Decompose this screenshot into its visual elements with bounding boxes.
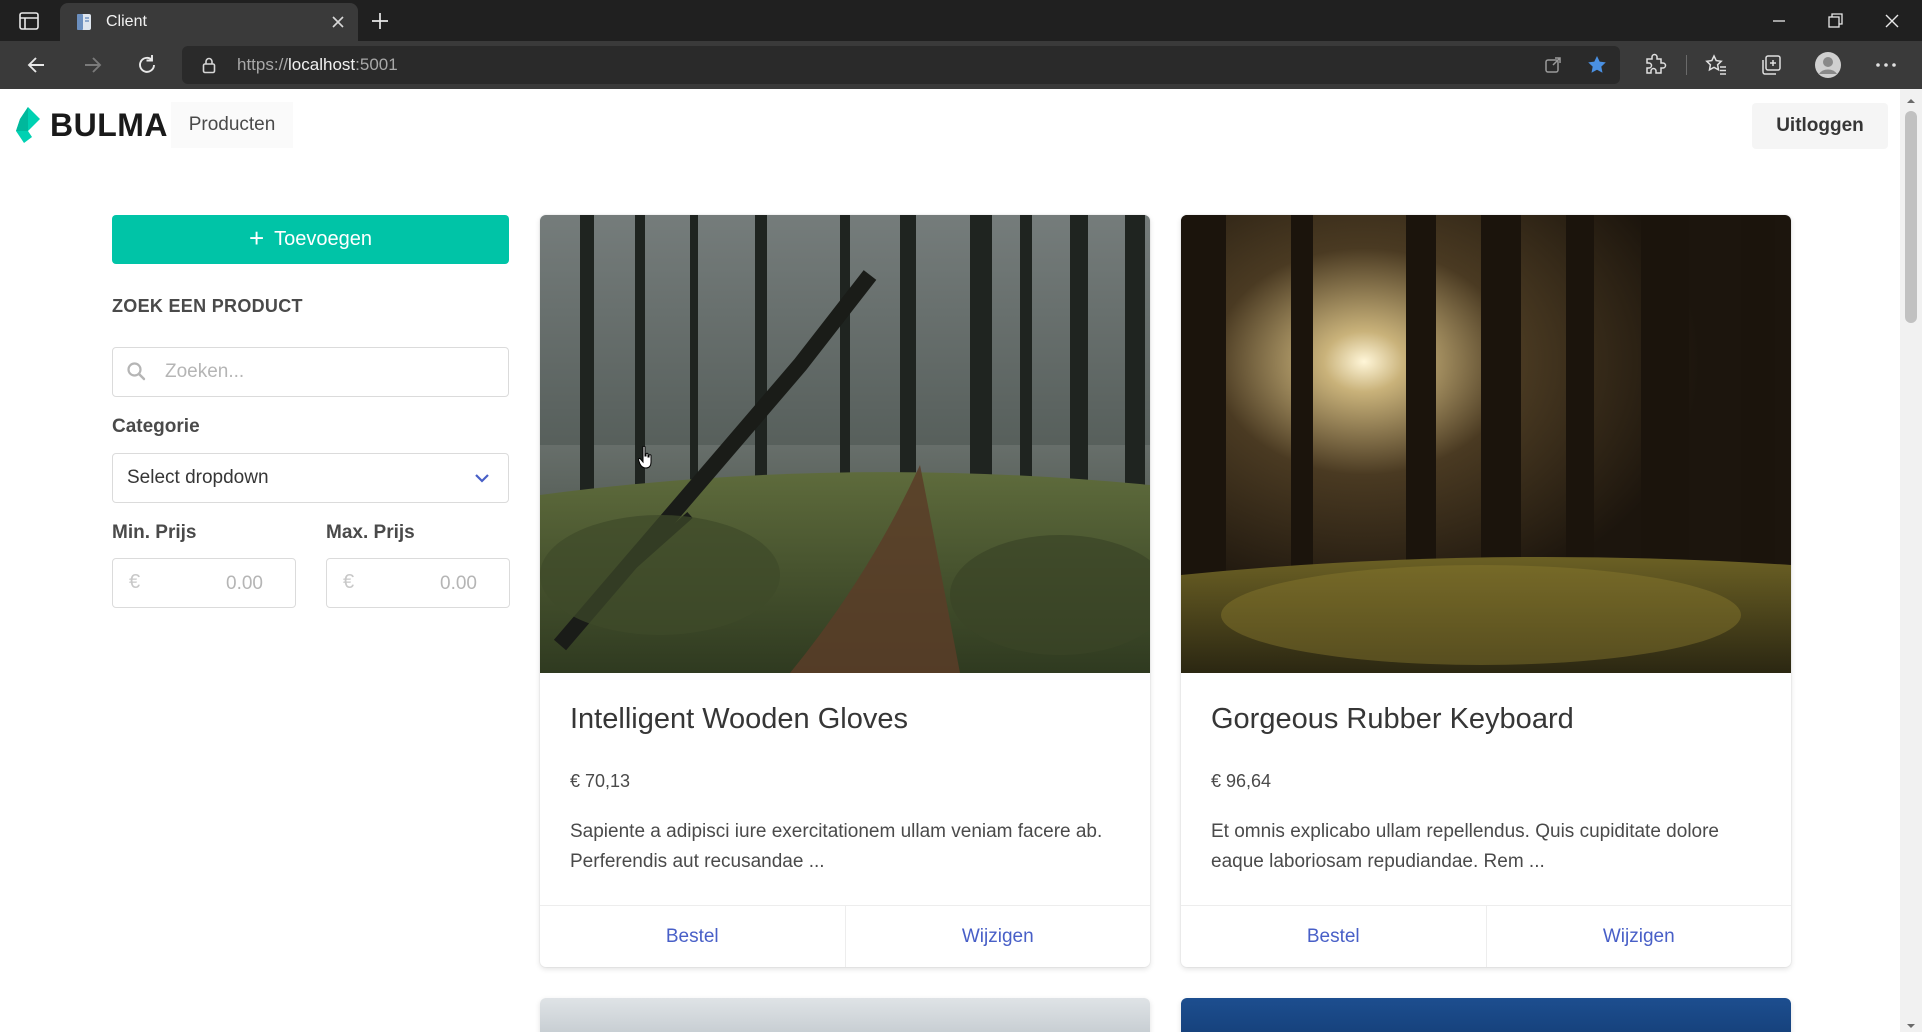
search-input[interactable] bbox=[163, 360, 497, 384]
product-description: Et omnis explicabo ullam repellendus. Qu… bbox=[1211, 821, 1719, 872]
forest-path-photo bbox=[540, 215, 1150, 673]
extensions-icon[interactable] bbox=[1641, 51, 1669, 79]
search-section-title: ZOEK EEN PRODUCT bbox=[112, 296, 303, 316]
search-icon bbox=[126, 361, 146, 381]
more-menu-icon[interactable] bbox=[1872, 51, 1900, 79]
card-footer: Bestel Wijzigen bbox=[1181, 905, 1791, 967]
plus-icon: + bbox=[248, 223, 265, 253]
product-card: Intelligent Wooden Gloves € 70,13 Sapien… bbox=[540, 215, 1150, 967]
url-scheme: https:// bbox=[237, 55, 289, 74]
product-title: Gorgeous Rubber Keyboard bbox=[1211, 703, 1574, 735]
profile-avatar-icon[interactable] bbox=[1814, 51, 1842, 79]
browser-toolbar: https://localhost:5001 bbox=[0, 41, 1922, 89]
product-title: Intelligent Wooden Gloves bbox=[570, 703, 909, 735]
favorite-star-icon[interactable] bbox=[1586, 54, 1608, 76]
product-card: Gorgeous Rubber Keyboard € 96,64 Et omni… bbox=[1181, 215, 1791, 967]
add-product-button[interactable]: + Toevoegen bbox=[112, 215, 509, 264]
tab-title: Client bbox=[106, 13, 147, 30]
min-price-placeholder: 0.00 bbox=[226, 573, 263, 594]
max-price-label: Max. Prijs bbox=[326, 522, 415, 543]
toolbar-divider bbox=[1686, 55, 1687, 75]
euro-icon: € bbox=[343, 571, 355, 593]
page-scrollbar[interactable] bbox=[1900, 89, 1922, 1032]
chevron-down-icon bbox=[472, 468, 492, 488]
url-host: localhost bbox=[288, 55, 356, 74]
product-price: € 96,64 bbox=[1211, 771, 1272, 791]
edit-button[interactable]: Wijzigen bbox=[844, 906, 1151, 967]
order-button[interactable]: Bestel bbox=[540, 906, 845, 967]
url-port: :5001 bbox=[355, 55, 398, 74]
min-price-label: Min. Prijs bbox=[112, 522, 197, 543]
scrollbar-thumb[interactable] bbox=[1905, 111, 1917, 323]
page-favicon-icon bbox=[74, 12, 94, 32]
lock-icon[interactable] bbox=[200, 56, 218, 74]
logout-button[interactable]: Uitloggen bbox=[1752, 103, 1888, 149]
forward-arrow-icon[interactable] bbox=[79, 52, 105, 78]
minimize-icon[interactable] bbox=[1765, 8, 1793, 34]
max-price-placeholder: 0.00 bbox=[440, 573, 477, 594]
address-bar[interactable]: https://localhost:5001 bbox=[182, 46, 1620, 84]
card-footer: Bestel Wijzigen bbox=[540, 905, 1150, 967]
min-price-input[interactable]: € 0.00 bbox=[112, 558, 296, 608]
web-page: BULMA Producten Uitloggen + Toevoegen ZO… bbox=[0, 89, 1900, 1032]
sunlit-forest-photo bbox=[1181, 215, 1791, 673]
restore-icon[interactable] bbox=[1821, 8, 1849, 34]
scroll-up-arrow-icon[interactable] bbox=[1906, 93, 1916, 103]
order-button[interactable]: Bestel bbox=[1181, 906, 1486, 967]
add-product-label: Toevoegen bbox=[274, 228, 373, 250]
reload-icon[interactable] bbox=[134, 52, 160, 78]
close-window-icon[interactable] bbox=[1878, 8, 1906, 34]
category-label: Categorie bbox=[112, 416, 200, 437]
product-price: € 70,13 bbox=[570, 771, 631, 791]
brand-name: BULMA bbox=[50, 106, 169, 143]
product-card-peek bbox=[1181, 998, 1791, 1032]
back-arrow-icon[interactable] bbox=[24, 52, 50, 78]
mouse-cursor-icon bbox=[638, 446, 652, 469]
favorites-icon[interactable] bbox=[1702, 51, 1730, 79]
collections-icon[interactable] bbox=[1757, 51, 1785, 79]
category-select[interactable]: Select dropdown bbox=[112, 453, 509, 503]
product-card-peek bbox=[540, 998, 1150, 1032]
search-field[interactable] bbox=[112, 347, 509, 397]
euro-icon: € bbox=[129, 571, 141, 593]
scroll-down-arrow-icon[interactable] bbox=[1906, 1018, 1916, 1028]
nav-item-producten[interactable]: Producten bbox=[171, 102, 293, 148]
new-tab-icon[interactable] bbox=[368, 9, 392, 33]
browser-tab[interactable]: Client bbox=[60, 3, 358, 41]
browser-tab-bar: Client bbox=[0, 0, 1922, 41]
edit-button[interactable]: Wijzigen bbox=[1485, 906, 1792, 967]
max-price-input[interactable]: € 0.00 bbox=[326, 558, 510, 608]
site-navbar: BULMA Producten Uitloggen bbox=[0, 89, 1900, 161]
bulma-logo-icon bbox=[16, 107, 40, 143]
category-select-value: Select dropdown bbox=[127, 467, 269, 488]
open-in-app-icon[interactable] bbox=[1542, 54, 1564, 76]
product-description: Sapiente a adipisci iure exercitationem … bbox=[570, 821, 1103, 872]
tab-actions-icon[interactable] bbox=[17, 9, 41, 33]
url-text[interactable]: https://localhost:5001 bbox=[237, 55, 398, 75]
brand-logo[interactable]: BULMA bbox=[16, 106, 169, 143]
close-tab-icon[interactable] bbox=[328, 12, 348, 32]
